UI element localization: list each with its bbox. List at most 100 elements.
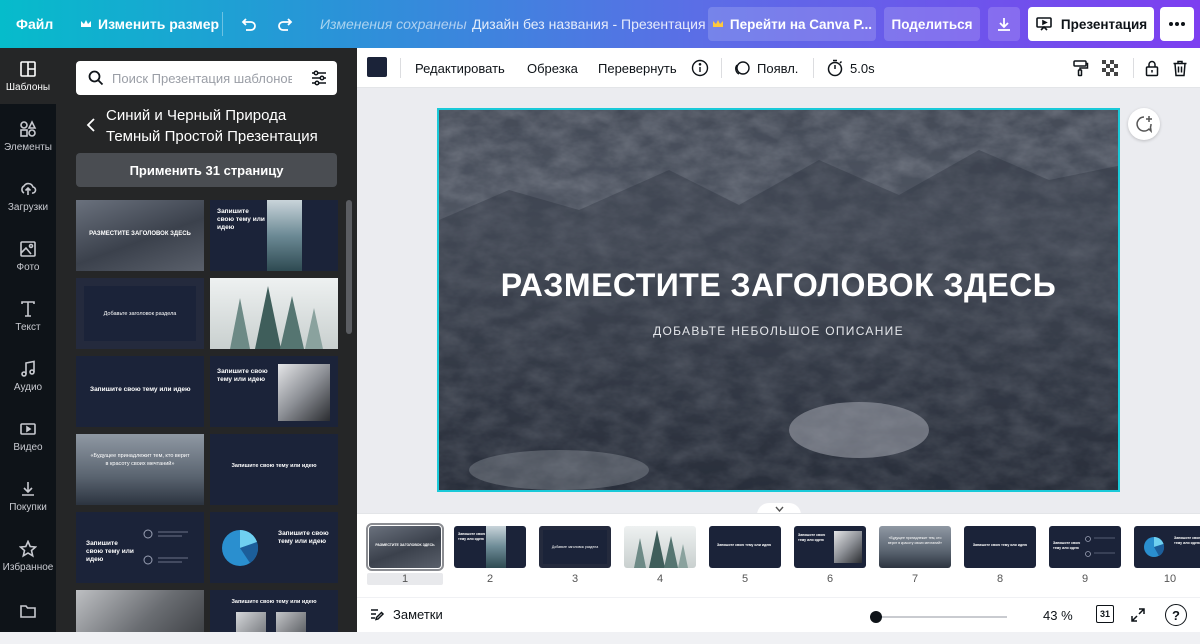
rail-label: Покупки: [9, 501, 47, 513]
page-thumb-title: Запишите свою тему или идею: [458, 532, 486, 541]
zoom-level[interactable]: 43 %: [1043, 608, 1073, 623]
template-thumb-3[interactable]: Добавьте заголовок раздела: [76, 278, 204, 349]
rail-item-video[interactable]: Видео: [0, 408, 56, 464]
templates-panel: Синий и Черный Природа Темный Простой Пр…: [56, 48, 357, 632]
page-number: 5: [741, 573, 749, 585]
page-thumb-9[interactable]: Запишите свою тему или идею: [1049, 526, 1121, 568]
panel-scrollbar[interactable]: [346, 200, 352, 334]
rail-label: Шаблоны: [5, 81, 51, 93]
timing-button[interactable]: 5.0s: [826, 48, 875, 88]
thumb-quote: «Будущее принадлежит тем, кто верит в кр…: [90, 453, 190, 467]
thumb-title: Добавьте заголовок раздела: [103, 311, 177, 317]
slide-subtitle[interactable]: ДОБАВЬТЕ НЕБОЛЬШОЕ ОПИСАНИЕ: [439, 324, 1118, 338]
edit-image-button[interactable]: Редактировать: [415, 48, 505, 88]
lock-icon[interactable]: [1143, 48, 1161, 88]
slide-canvas[interactable]: РАЗМЕСТИТЕ ЗАГОЛОВОК ЗДЕСЬ ДОБАВЬТЕ НЕБО…: [437, 108, 1120, 492]
zoom-slider-handle[interactable]: [870, 611, 882, 623]
page-thumb-title: Запишите свою тему или идею: [972, 543, 1028, 547]
page-thumb-4[interactable]: [624, 526, 696, 568]
template-thumb-2[interactable]: Запишите свою тему или идею: [210, 200, 338, 271]
page-strip: РАЗМЕСТИТЕ ЗАГОЛОВОК ЗДЕСЬ 1 Запишите св…: [357, 513, 1200, 597]
apply-all-pages-button[interactable]: Применить 31 страницу: [76, 153, 337, 187]
template-thumb-5[interactable]: Запишите свою тему или идею: [76, 356, 204, 427]
page-thumb-2[interactable]: Запишите свою тему или идею: [454, 526, 526, 568]
share-button[interactable]: Поделиться: [884, 7, 980, 41]
redo-icon[interactable]: [276, 14, 296, 34]
audio-icon: [21, 360, 35, 377]
back-chevron-icon[interactable]: [86, 118, 96, 132]
page-thumb-1[interactable]: РАЗМЕСТИТЕ ЗАГОЛОВОК ЗДЕСЬ: [366, 523, 444, 571]
template-thumb-10[interactable]: Запишите свою тему или идею: [210, 512, 338, 583]
flip-button[interactable]: Перевернуть: [598, 48, 677, 88]
page-thumb-8[interactable]: Запишите свою тему или идею: [964, 526, 1036, 568]
pie-chart-icon: [1144, 537, 1165, 557]
rail-item-uploads[interactable]: Загрузки: [0, 168, 56, 224]
zoom-slider[interactable]: [877, 616, 1007, 618]
stopwatch-icon: [827, 59, 843, 77]
thumb-icons: [143, 529, 188, 565]
rail-item-audio[interactable]: Аудио: [0, 348, 56, 404]
page-number: 10: [1163, 573, 1177, 585]
rail-item-text[interactable]: Текст: [0, 288, 56, 344]
template-thumb-7[interactable]: «Будущее принадлежит тем, кто верит в кр…: [76, 434, 204, 505]
page-count-button[interactable]: 31: [1096, 605, 1114, 623]
slide-title[interactable]: РАЗМЕСТИТЕ ЗАГОЛОВОК ЗДЕСЬ: [439, 267, 1118, 304]
video-icon: [20, 422, 36, 435]
thumb-photo: [267, 200, 302, 271]
template-thumb-4[interactable]: [210, 278, 338, 349]
page-thumb-title: Запишите свою тему или идею: [798, 533, 826, 542]
rail-label: Аудио: [13, 381, 43, 393]
template-thumb-12[interactable]: Запишите свою тему или идею: [210, 590, 338, 632]
thumb-title: Запишите свою тему или идею: [231, 463, 317, 469]
fullscreen-icon[interactable]: [1130, 607, 1146, 623]
crop-button[interactable]: Обрезка: [527, 48, 578, 88]
animate-icon: [735, 61, 750, 75]
crown-icon: [81, 20, 91, 27]
rail-item-folders[interactable]: [0, 588, 56, 644]
design-title[interactable]: Дизайн без названия - Презентация: [472, 0, 706, 48]
more-options-button[interactable]: [1160, 7, 1194, 41]
resize-button[interactable]: Изменить размер: [80, 0, 219, 48]
rail-item-templates[interactable]: Шаблоны: [0, 48, 56, 104]
upgrade-button[interactable]: Перейти на Canva P...: [708, 7, 876, 41]
download-icon: [22, 481, 34, 496]
download-icon: [998, 18, 1010, 31]
trash-icon[interactable]: [1171, 48, 1189, 88]
template-search[interactable]: [76, 61, 337, 95]
info-icon[interactable]: [691, 48, 709, 88]
thumb-photo: [276, 612, 306, 632]
page-thumb-10[interactable]: Запишите свою тему или идею: [1134, 526, 1200, 568]
page-thumb-title: Запишите свою тему или идею: [1053, 541, 1081, 550]
page-thumb-3[interactable]: Добавьте заголовок раздела: [539, 526, 611, 568]
template-thumb-11[interactable]: [76, 590, 204, 632]
color-swatch[interactable]: [367, 57, 387, 77]
upgrade-label: Перейти на Canva P...: [729, 16, 873, 32]
template-thumb-6[interactable]: Запишите свою тему или идею: [210, 356, 338, 427]
page-thumb-6[interactable]: Запишите свою тему или идею: [794, 526, 866, 568]
rail-item-favorites[interactable]: Избранное: [0, 528, 56, 584]
rail-label: Видео: [13, 441, 43, 453]
file-menu[interactable]: Файл: [16, 0, 53, 48]
add-comment-button[interactable]: [1128, 108, 1160, 140]
rail-item-elements[interactable]: Элементы: [0, 108, 56, 164]
animate-button[interactable]: Появл.: [733, 48, 798, 88]
search-input[interactable]: [112, 70, 292, 86]
undo-icon[interactable]: [238, 14, 258, 34]
template-thumb-1[interactable]: РАЗМЕСТИТЕ ЗАГОЛОВОК ЗДЕСЬ: [76, 200, 204, 271]
page-thumb-5[interactable]: Запишите свою тему или идею: [709, 526, 781, 568]
notes-button[interactable]: Заметки: [369, 606, 443, 622]
download-button[interactable]: [988, 7, 1020, 41]
rail-item-photos[interactable]: Фото: [0, 228, 56, 284]
transparency-icon[interactable]: [1101, 48, 1119, 88]
help-button[interactable]: ?: [1165, 604, 1187, 626]
template-thumb-9[interactable]: Запишите свою тему или идею: [76, 512, 204, 583]
page-thumb-7[interactable]: «Будущее принадлежит тем, кто верит в кр…: [879, 526, 951, 568]
rail-item-purchases[interactable]: Покупки: [0, 468, 56, 524]
page-thumb-photo: [486, 526, 506, 568]
template-thumb-8[interactable]: Запишите свою тему или идею: [210, 434, 338, 505]
filter-icon[interactable]: [310, 69, 328, 87]
paint-format-icon[interactable]: [1071, 48, 1089, 88]
photo-icon: [20, 240, 36, 257]
present-button[interactable]: Презентация: [1028, 7, 1154, 41]
page-thumb-title: Запишите свою тему или идею: [1174, 536, 1200, 545]
